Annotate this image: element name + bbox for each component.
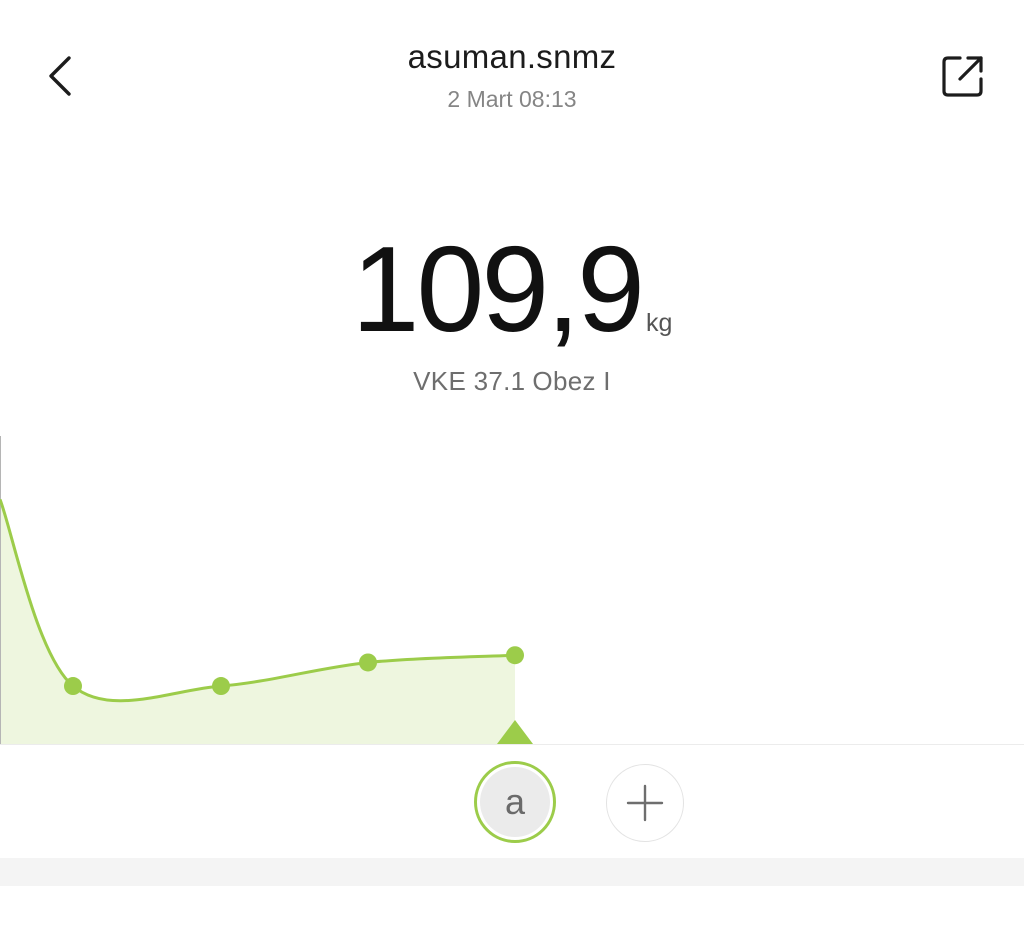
page-title: asuman.snmz: [407, 38, 617, 75]
chart-area-fill: [0, 499, 515, 744]
weight-trend-svg: [0, 436, 533, 744]
chart-divider: [0, 744, 1024, 745]
weight-detail-screen: asuman.snmz 2 Mart 08:13 109,9 kg VKE 37.…: [0, 0, 1024, 930]
bottom-panel-divider: [0, 858, 1024, 886]
chart-point[interactable]: [506, 646, 524, 665]
plus-icon: [626, 784, 664, 822]
bmi-info: VKE 37.1 Obez I: [0, 366, 1024, 397]
share-external-icon: [942, 56, 983, 97]
chart-point[interactable]: [359, 653, 377, 672]
add-user-button[interactable]: [606, 764, 684, 842]
weight-value: 109,9: [351, 221, 645, 357]
avatar-initial: a: [480, 767, 550, 837]
share-button[interactable]: [932, 46, 994, 106]
bmi-category: Obez I: [532, 366, 611, 396]
measurement-timestamp: 2 Mart 08:13: [447, 86, 577, 112]
chart-point[interactable]: [64, 677, 82, 696]
weight-trend-chart[interactable]: [0, 436, 1024, 746]
chart-point[interactable]: [212, 677, 230, 696]
bmi-value: VKE 37.1: [413, 366, 526, 396]
weight-unit: kg: [645, 309, 673, 337]
weight-display: 109,9 kg: [0, 228, 1024, 350]
user-avatar[interactable]: a: [474, 761, 556, 843]
